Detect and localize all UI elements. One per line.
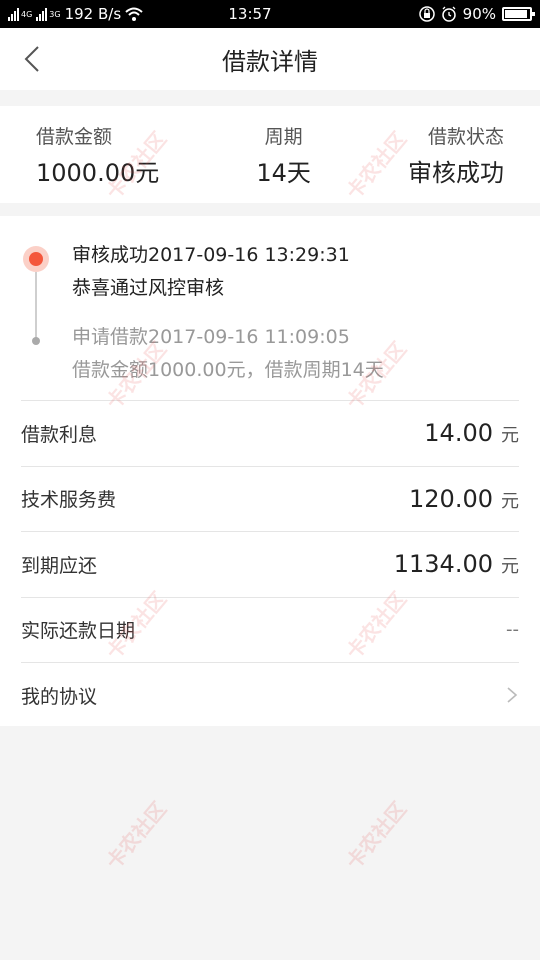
summary-amount: 借款金额 1000.00元 xyxy=(36,122,159,188)
summary-period: 周期 14天 xyxy=(256,122,311,188)
lock-rotation-icon xyxy=(418,6,435,22)
due-unit: 元 xyxy=(501,556,519,578)
service-fee-value: 120.00 xyxy=(409,484,493,513)
status-label: 借款状态 xyxy=(427,125,504,148)
status-time: 13:57 xyxy=(228,5,272,23)
timeline-item-desc: 借款金额1000.00元，借款周期14天 xyxy=(72,359,384,381)
network-speed: 192 B/s xyxy=(64,5,122,23)
watermark: 卡农社区 xyxy=(101,797,172,874)
page-title: 借款详情 xyxy=(222,47,318,76)
interest-label: 借款利息 xyxy=(21,423,98,446)
battery-icon xyxy=(502,7,535,21)
timeline-past-dot xyxy=(32,337,40,345)
agreement-row[interactable]: 我的协议 xyxy=(21,662,519,728)
status-value: 审核成功 xyxy=(407,158,504,187)
service-fee-unit: 元 xyxy=(501,490,519,512)
interest-unit: 元 xyxy=(501,425,519,447)
chevron-right-icon xyxy=(507,687,518,703)
status-bar: 4G 3G 192 B/s 13:57 90% xyxy=(0,0,540,28)
loan-summary: 借款金额 1000.00元 周期 14天 借款状态 审核成功 xyxy=(0,106,540,203)
service-fee-row: 技术服务费 120.00 元 xyxy=(21,465,519,532)
nav-bar: 借款详情 xyxy=(0,28,540,90)
service-fee-label: 技术服务费 xyxy=(21,489,117,512)
back-icon[interactable] xyxy=(18,44,48,74)
timeline-current-dot xyxy=(23,246,49,272)
period-value: 14天 xyxy=(256,158,311,187)
alarm-icon xyxy=(441,6,456,22)
loan-detail: 审核成功2017-09-16 13:29:31 恭喜通过风控审核 申请借款201… xyxy=(0,216,540,726)
network-label-2: 3G xyxy=(49,9,61,19)
due-value: 1134.00 xyxy=(393,550,493,579)
due-row: 到期应还 1134.00 元 xyxy=(21,531,519,597)
timeline-item-title: 申请借款2017-09-16 11:09:05 xyxy=(72,326,350,348)
watermark: 卡农社区 xyxy=(341,797,412,874)
amount-value: 1000.00元 xyxy=(36,158,160,187)
agreement-label: 我的协议 xyxy=(21,685,98,708)
actual-date-label: 实际还款日期 xyxy=(21,620,136,643)
actual-date-row: 实际还款日期 -- xyxy=(21,596,519,663)
actual-date-value: -- xyxy=(506,619,519,641)
summary-status: 借款状态 审核成功 xyxy=(408,122,504,188)
period-label: 周期 xyxy=(264,125,303,148)
network-label-1: 4G xyxy=(21,9,33,19)
timeline-line xyxy=(35,272,37,338)
amount-label: 借款金额 xyxy=(36,125,113,148)
interest-value: 14.00 xyxy=(424,419,493,448)
signal-icon xyxy=(8,7,19,21)
fee-list: 借款利息 14.00 元 技术服务费 120.00 元 到期应还 1134.00… xyxy=(21,400,519,728)
battery-percent: 90% xyxy=(462,5,496,23)
timeline-item-desc: 恭喜通过风控审核 xyxy=(72,277,225,299)
due-label: 到期应还 xyxy=(21,554,98,577)
wifi-icon xyxy=(125,7,143,21)
signal-icon xyxy=(36,7,48,21)
timeline-item-title: 审核成功2017-09-16 13:29:31 xyxy=(72,244,350,266)
timeline: 审核成功2017-09-16 13:29:31 恭喜通过风控审核 申请借款201… xyxy=(0,216,540,400)
interest-row: 借款利息 14.00 元 xyxy=(21,400,519,466)
